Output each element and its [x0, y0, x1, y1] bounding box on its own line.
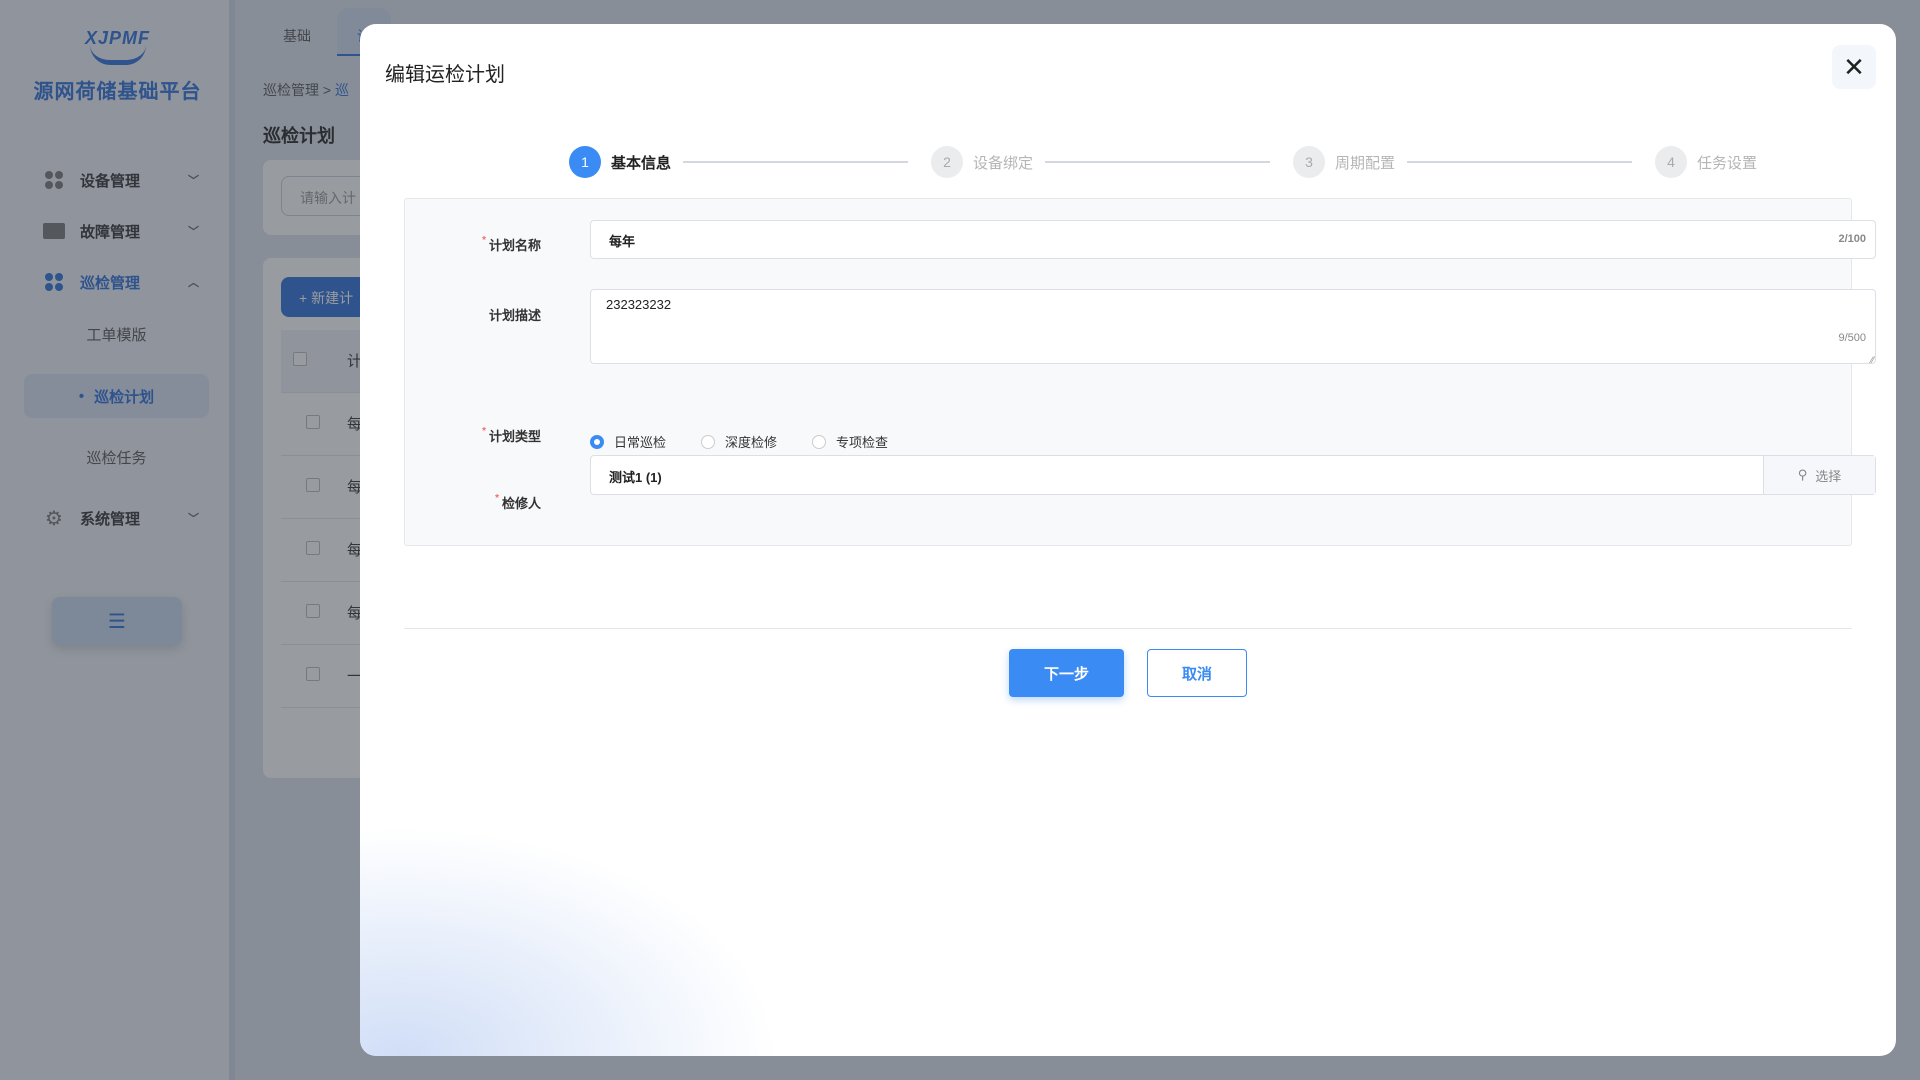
- step-label: 基本信息: [611, 152, 671, 173]
- label-text: 检修人: [502, 496, 541, 511]
- step-label: 周期配置: [1335, 152, 1395, 173]
- dialog-title: 编辑运检计划: [385, 58, 505, 87]
- select-inspector-button[interactable]: ⚲ 选择: [1763, 456, 1875, 494]
- search-icon: ⚲: [1798, 467, 1808, 483]
- inspector-input[interactable]: 测试1 (1) ⚲ 选择: [590, 455, 1876, 495]
- plan-desc-textarea[interactable]: 232323232 9/500 ⁄⁄: [590, 289, 1876, 364]
- decorative-background: [360, 826, 780, 1056]
- required-mark: *: [482, 426, 486, 437]
- step-task-settings: 4 任务设置: [1655, 146, 1757, 178]
- next-step-button[interactable]: 下一步: [1009, 649, 1124, 697]
- radio-deep-maintenance[interactable]: 深度检修: [701, 432, 777, 451]
- form-panel: *计划名称 每年2/100 计划描述 2323232329/500⁄⁄ *计划类…: [404, 198, 1852, 546]
- radio-label: 专项检查: [836, 432, 888, 451]
- step-connector: [683, 161, 908, 163]
- resize-handle-icon[interactable]: ⁄⁄: [1871, 355, 1874, 365]
- textarea-value: 232323232: [606, 297, 671, 312]
- radio-daily-inspection[interactable]: 日常巡检: [590, 432, 666, 451]
- step-connector: [1407, 161, 1632, 163]
- required-mark: *: [482, 235, 486, 246]
- plan-name-input[interactable]: 每年 2/100: [590, 220, 1876, 259]
- radio-special-check[interactable]: 专项检查: [812, 432, 888, 451]
- cancel-button[interactable]: 取消: [1147, 649, 1247, 697]
- step-cycle-config: 3 周期配置: [1293, 146, 1395, 178]
- required-mark: *: [495, 493, 499, 504]
- close-icon: ✕: [1843, 52, 1865, 83]
- footer-divider: [404, 628, 1852, 629]
- radio-unchecked-icon: [701, 435, 715, 449]
- step-device-binding: 2 设备绑定: [931, 146, 1033, 178]
- step-basic-info: 1 基本信息: [569, 146, 671, 178]
- close-button[interactable]: ✕: [1832, 45, 1876, 89]
- edit-plan-dialog: 编辑运检计划 ✕ 1基本信息 2设备绑定 3周期配置 4任务设置 *计划名称 每…: [360, 24, 1896, 1056]
- radio-label: 深度检修: [725, 432, 777, 451]
- char-count: 9/500: [1838, 332, 1866, 344]
- plan-desc-label: 计划描述: [489, 305, 541, 324]
- step-connector: [1045, 161, 1270, 163]
- input-value: 每年: [609, 234, 635, 249]
- inspector-label: *检修人: [495, 493, 541, 512]
- char-count: 2/100: [1838, 233, 1866, 245]
- plan-type-label: *计划类型: [482, 426, 541, 445]
- label-text: 计划类型: [489, 429, 541, 444]
- select-label: 选择: [1815, 466, 1841, 485]
- input-value: 测试1 (1): [609, 470, 662, 485]
- radio-unchecked-icon: [812, 435, 826, 449]
- step-number: 3: [1293, 146, 1325, 178]
- step-number: 1: [569, 146, 601, 178]
- step-number: 4: [1655, 146, 1687, 178]
- radio-label: 日常巡检: [614, 432, 666, 451]
- step-label: 任务设置: [1697, 152, 1757, 173]
- step-number: 2: [931, 146, 963, 178]
- step-label: 设备绑定: [973, 152, 1033, 173]
- plan-name-label: *计划名称: [482, 235, 541, 254]
- label-text: 计划名称: [489, 238, 541, 253]
- radio-checked-icon: [590, 435, 604, 449]
